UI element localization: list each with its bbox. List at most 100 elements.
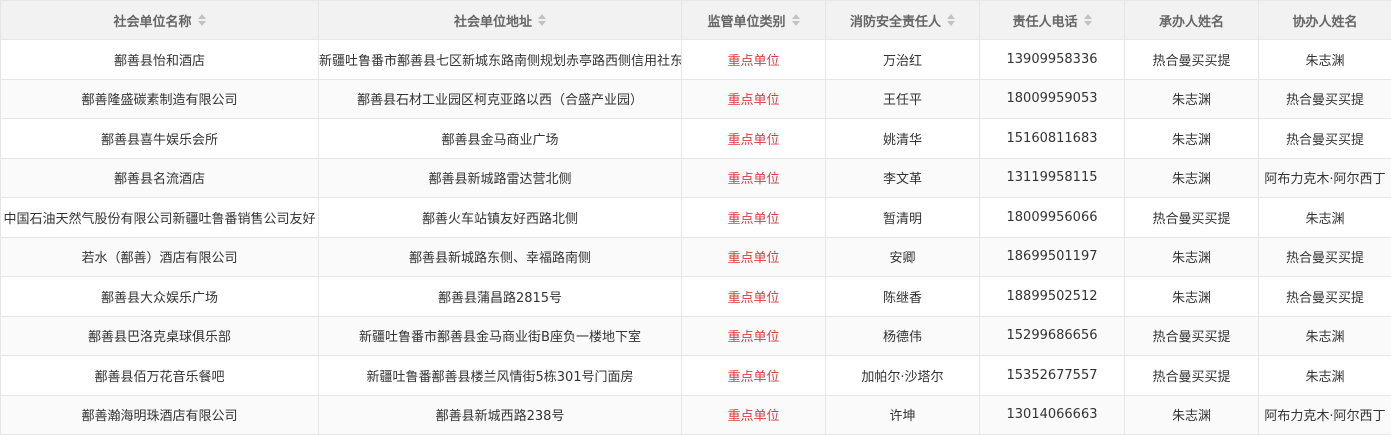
cell-supervision-category: 重点单位 [681, 315, 826, 356]
cell-responsible-phone-text: 18009959053 [1006, 91, 1098, 107]
table-row[interactable]: 鄯善瀚海明珠酒店有限公司 鄯善县新城西路238号 重点单位 许坤 13014066663… [0, 394, 1391, 435]
sort-caret-icon[interactable] [947, 14, 955, 26]
cell-assistant-name-text: 朱志渊 [1305, 330, 1345, 346]
table-row[interactable]: 鄯善隆盛碳素制造有限公司 鄯善县石材工业园区柯克亚路以西（合盛产业园） 重点单位 王任… [0, 78, 1391, 119]
sort-caret-icon[interactable] [1083, 14, 1092, 26]
cell-assistant-name-text: 朱志渊 [1305, 211, 1345, 227]
cell-assistant-name-text: 阿布力克木·阿尔西丁 [1264, 172, 1386, 188]
header-unit-address[interactable]: 社会单位地址 [318, 0, 682, 40]
sort-caret-icon[interactable] [791, 14, 800, 26]
table-body: 鄯善县怡和酒店 新疆吐鲁番市鄯善县七区新城东路南侧规划赤亭路西侧信用社东 重点单位万… [0, 39, 1391, 435]
cell-assistant-name: 热合曼买买提 [1258, 78, 1391, 119]
cell-safety-responsible: 杨德伟 [825, 315, 980, 356]
cell-unit-name: 鄯善隆盛碳素制造有限公司 [0, 78, 319, 119]
cell-responsible-phone: 18699501197 [979, 236, 1125, 277]
cell-supervision-category-text: 重点单位 [727, 330, 780, 346]
cell-safety-responsible: 加帕尔·沙塔尔 [825, 355, 980, 396]
header-label: 消防安全责任人 [849, 14, 941, 30]
cell-handler-name-text: 热合曼买买提 [1152, 53, 1231, 69]
table-row[interactable]: 鄯善县巴洛克桌球俱乐部 新疆吐鲁番市鄯善县金马商业街B座负一楼地下室 重点单位 杨德伟… [0, 315, 1391, 356]
cell-responsible-phone-text: 18699501197 [1006, 249, 1098, 265]
cell-unit-name-text: 中国石油天然气股份有限公司新疆吐鲁番销售公司友好 [3, 211, 316, 227]
cell-unit-name-text: 鄯善县名流酒店 [113, 172, 205, 188]
cell-supervision-category-text: 重点单位 [727, 172, 780, 188]
cell-safety-responsible: 万治红 [825, 39, 980, 80]
sort-caret-icon[interactable] [538, 14, 546, 26]
table-row[interactable]: 若水（鄯善）酒店有限公司 鄯善县新城路东侧、幸福路南侧 重点单位 安卿 18699501… [0, 236, 1391, 277]
header-label: 社会单位名称 [113, 14, 192, 30]
header-responsible-phone[interactable]: 责任人电话 [979, 0, 1125, 40]
cell-responsible-phone-text: 13119958115 [1006, 170, 1098, 186]
header-assistant-name: 协办人姓名 [1258, 0, 1391, 40]
cell-assistant-name-text: 热合曼买买提 [1285, 251, 1364, 267]
cell-unit-name-text: 鄯善县大众娱乐广场 [100, 290, 218, 306]
cell-safety-responsible: 姚清华 [825, 118, 980, 159]
cell-supervision-category: 重点单位 [681, 276, 826, 317]
table-row[interactable]: 鄯善县大众娱乐广场 鄯善县蒲昌路2815号 重点单位 陈继香 18899502512 朱志… [0, 276, 1391, 317]
cell-unit-address-text: 鄯善火车站镇友好西路北侧 [421, 211, 578, 227]
cell-safety-responsible-text: 杨德伟 [882, 330, 922, 346]
table-row[interactable]: 中国石油天然气股份有限公司新疆吐鲁番销售公司友好 鄯善火车站镇友好西路北侧 重点单位… [0, 197, 1391, 238]
header-handler-name: 承办人姓名 [1124, 0, 1259, 40]
table-header: 社会单位名称 社会单位地址 监管单位类别 消防安全责任人 责任人电话 承办人姓名… [0, 0, 1391, 40]
cell-supervision-category: 重点单位 [681, 39, 826, 80]
header-supervision-category[interactable]: 监管单位类别 [681, 0, 826, 40]
cell-handler-name-text: 朱志渊 [1171, 93, 1211, 109]
header-row: 社会单位名称 社会单位地址 监管单位类别 消防安全责任人 责任人电话 承办人姓名… [0, 0, 1391, 40]
cell-handler-name: 朱志渊 [1124, 394, 1259, 435]
cell-safety-responsible-text: 万治红 [882, 53, 922, 69]
cell-safety-responsible-text: 姚清华 [882, 132, 922, 148]
header-label: 社会单位地址 [453, 14, 532, 30]
cell-assistant-name: 阿布力克木·阿尔西丁 [1258, 157, 1391, 198]
table-row[interactable]: 鄯善县怡和酒店 新疆吐鲁番市鄯善县七区新城东路南侧规划赤亭路西侧信用社东 重点单位 万… [0, 39, 1391, 80]
cell-unit-name: 鄯善瀚海明珠酒店有限公司 [0, 394, 319, 435]
cell-safety-responsible-text: 王任平 [882, 93, 922, 109]
sort-caret-icon[interactable] [197, 14, 206, 26]
cell-safety-responsible-text: 李文革 [882, 172, 922, 188]
cell-unit-name: 鄯善县名流酒店 [0, 157, 319, 198]
cell-supervision-category-text: 重点单位 [727, 53, 780, 69]
cell-unit-address-text: 新疆吐鲁番市鄯善县金马商业街B座负一楼地下室 [359, 330, 641, 346]
cell-responsible-phone: 13909958336 [979, 39, 1125, 80]
cell-safety-responsible: 暂清明 [825, 197, 980, 238]
cell-safety-responsible: 许坤 [825, 394, 980, 435]
cell-assistant-name: 朱志渊 [1258, 39, 1391, 80]
cell-unit-address-text: 鄯善县石材工业园区柯克亚路以西（合盛产业园） [356, 93, 643, 109]
header-unit-name[interactable]: 社会单位名称 [0, 0, 319, 40]
cell-unit-address: 鄯善县新城西路238号 [318, 394, 682, 435]
cell-unit-name: 鄯善县喜牛娱乐会所 [0, 118, 319, 159]
cell-unit-address-text: 新疆吐鲁番鄯善县楼兰风情街5栋301号门面房 [366, 369, 634, 385]
table-row[interactable]: 鄯善县佰万花音乐餐吧 新疆吐鲁番鄯善县楼兰风情街5栋301号门面房 重点单位 加帕尔·… [0, 355, 1391, 396]
cell-handler-name: 热合曼买买提 [1124, 355, 1259, 396]
cell-unit-address-text: 鄯善县新城路东侧、幸福路南侧 [408, 251, 591, 267]
cell-assistant-name-text: 朱志渊 [1305, 53, 1345, 69]
cell-unit-address-text: 鄯善县新城路雷达营北侧 [428, 172, 572, 188]
table-row[interactable]: 鄯善县名流酒店 鄯善县新城路雷达营北侧 重点单位 李文革 13119958115 朱志渊 阿… [0, 157, 1391, 198]
cell-assistant-name-text: 热合曼买买提 [1285, 290, 1364, 306]
cell-supervision-category: 重点单位 [681, 197, 826, 238]
cell-safety-responsible: 李文革 [825, 157, 980, 198]
cell-handler-name: 朱志渊 [1124, 157, 1259, 198]
cell-supervision-category-text: 重点单位 [727, 290, 780, 306]
cell-assistant-name: 朱志渊 [1258, 315, 1391, 356]
cell-unit-address: 鄯善县新城路雷达营北侧 [318, 157, 682, 198]
cell-handler-name-text: 朱志渊 [1171, 172, 1211, 188]
cell-assistant-name-text: 朱志渊 [1305, 369, 1345, 385]
cell-assistant-name-text: 热合曼买买提 [1285, 93, 1364, 109]
cell-supervision-category: 重点单位 [681, 394, 826, 435]
cell-supervision-category-text: 重点单位 [727, 251, 780, 267]
table-row[interactable]: 鄯善县喜牛娱乐会所 鄯善县金马商业广场 重点单位 姚清华 15160811683 朱志渊 热… [0, 118, 1391, 159]
cell-responsible-phone: 18899502512 [979, 276, 1125, 317]
cell-unit-address: 鄯善县石材工业园区柯克亚路以西（合盛产业园） [318, 78, 682, 119]
cell-responsible-phone: 18009956066 [979, 197, 1125, 238]
cell-assistant-name: 朱志渊 [1258, 355, 1391, 396]
cell-responsible-phone-text: 15352677557 [1006, 367, 1098, 383]
header-safety-responsible[interactable]: 消防安全责任人 [825, 0, 980, 40]
cell-assistant-name: 朱志渊 [1258, 197, 1391, 238]
cell-supervision-category: 重点单位 [681, 157, 826, 198]
cell-unit-name-text: 若水（鄯善）酒店有限公司 [81, 251, 238, 267]
cell-safety-responsible-text: 许坤 [889, 409, 916, 425]
cell-handler-name-text: 热合曼买买提 [1152, 211, 1231, 227]
cell-responsible-phone: 15352677557 [979, 355, 1125, 396]
cell-unit-name-text: 鄯善瀚海明珠酒店有限公司 [81, 409, 238, 425]
